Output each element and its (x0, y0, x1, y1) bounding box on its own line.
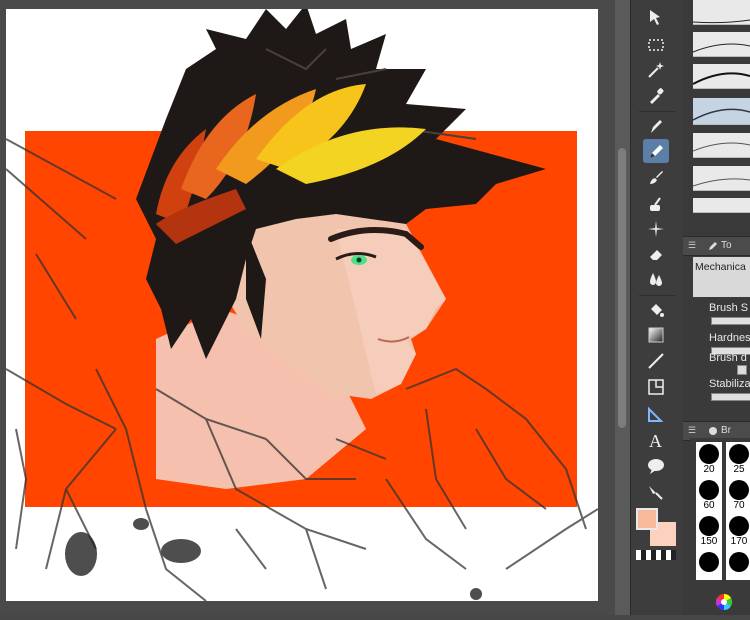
panel-menu-icon[interactable]: ☰ (688, 425, 698, 436)
rectangle-selection-tool[interactable] (643, 33, 669, 57)
brush-size-tip[interactable]: 70 (726, 478, 750, 514)
brush-density-box[interactable] (737, 365, 747, 375)
brush-tip-dot (699, 552, 719, 572)
brush-tip-dot (729, 552, 749, 572)
brush-stroke-preview (693, 178, 750, 187)
brush-size-tip[interactable]: 25 (726, 442, 750, 478)
brush-tip-dot (729, 480, 749, 500)
sparkle-icon (648, 221, 664, 237)
eraser-tool[interactable] (643, 242, 669, 266)
panel-title: Br (721, 425, 731, 436)
pen-tool[interactable] (643, 114, 669, 138)
blend-tool[interactable] (643, 267, 669, 291)
brush-tip-dot (729, 444, 749, 464)
frame-icon (648, 379, 664, 395)
brush-preset[interactable] (693, 0, 750, 25)
brush-icon (650, 171, 663, 184)
gradient-icon (648, 327, 664, 343)
canvas-vertical-scrollbar[interactable] (615, 0, 630, 615)
correct-line-icon (649, 486, 663, 500)
pen-icon (651, 120, 662, 133)
ruler-tool[interactable] (643, 402, 669, 426)
sub-tool-name-label: Mechanica (695, 261, 746, 273)
move-arrow-icon (650, 10, 660, 25)
brush-preset[interactable] (693, 198, 750, 213)
brush-size-slider[interactable] (711, 317, 750, 325)
text-tool[interactable]: A (643, 428, 669, 452)
brush-stroke-preview (693, 142, 750, 152)
line-icon (648, 353, 664, 369)
brush-tip-icon (709, 427, 717, 435)
palette-tab-bar (711, 586, 750, 615)
brush-size-value: 170 (730, 536, 748, 547)
auto-select-tool[interactable] (643, 58, 669, 82)
text-a-icon: A (649, 431, 662, 450)
brush-stroke-preview (693, 19, 750, 24)
stabilization-slider[interactable] (711, 393, 750, 401)
color-wheel-icon[interactable] (711, 586, 750, 615)
frame-border-tool[interactable] (643, 375, 669, 399)
dashed-rectangle-icon (648, 39, 664, 51)
canvas-area[interactable] (0, 0, 615, 615)
brush-tip-dot (699, 516, 719, 536)
sub-tool-name: Mechanica (693, 257, 750, 297)
fill-tool[interactable] (643, 298, 669, 322)
brush-size-tip[interactable]: 20 (696, 442, 722, 478)
brush-size-value: 25 (733, 464, 745, 475)
brush-size-value: 150 (700, 536, 718, 547)
stabilization-label: Stabiliza (709, 378, 750, 390)
main-color-swatch[interactable] (636, 508, 658, 530)
brush-preset[interactable] (693, 64, 750, 89)
pencil-icon (650, 145, 663, 158)
brush-preset[interactable] (693, 166, 750, 191)
brush-size-value: 20 (703, 464, 715, 475)
brush-preset[interactable] (693, 32, 750, 57)
artwork (6, 9, 598, 601)
brush-density-label: Brush d (709, 352, 747, 364)
brush-stroke-preview (693, 108, 750, 121)
panel-menu-icon[interactable]: ☰ (688, 240, 698, 251)
speech-balloon-icon (648, 459, 664, 474)
brush-tip-dot (729, 516, 749, 536)
brush-size-tip[interactable] (726, 550, 750, 580)
brush-size-value: 60 (703, 500, 715, 511)
brush-size-tip[interactable]: 170 (726, 514, 750, 550)
brush-preset-selected[interactable] (693, 98, 750, 125)
eraser-icon (650, 250, 662, 260)
brush-preset[interactable] (693, 133, 750, 158)
pencil-icon (709, 242, 717, 250)
drawing-canvas[interactable] (6, 9, 598, 601)
eyedropper-icon (650, 88, 664, 104)
brush-stroke-preview (693, 43, 750, 53)
tool-property-panel-header: ☰ To (683, 236, 750, 256)
eyedropper-tool[interactable] (643, 83, 669, 107)
brush-size-tip[interactable] (696, 550, 722, 580)
correct-line-tool[interactable] (643, 480, 669, 504)
gradient-tool[interactable] (643, 323, 669, 347)
brush-tool[interactable] (643, 166, 669, 190)
svg-text:A: A (649, 431, 662, 450)
droplet-icon (650, 273, 662, 286)
decoration-tool[interactable] (643, 217, 669, 241)
balloon-tool[interactable] (643, 454, 669, 478)
brush-stroke-preview (693, 72, 750, 85)
brush-size-tip[interactable]: 60 (696, 478, 722, 514)
magic-wand-icon (648, 62, 664, 78)
brush-size-tip[interactable]: 150 (696, 514, 722, 550)
transparent-color-swatch[interactable] (636, 550, 676, 560)
ruler-icon (648, 406, 664, 422)
panel-title: To (721, 240, 732, 251)
bucket-icon (651, 304, 664, 317)
brush-tip-dot (699, 480, 719, 500)
airbrush-tool[interactable] (643, 192, 669, 216)
brush-size-label: Brush S (709, 302, 749, 314)
brush-size-value: 70 (733, 500, 745, 511)
pencil-tool[interactable] (643, 139, 669, 163)
scrollbar-thumb[interactable] (618, 148, 626, 428)
figure-tool[interactable] (643, 349, 669, 373)
brush-tip-dot (699, 444, 719, 464)
hardness-label: Hardnes (709, 332, 750, 344)
airbrush-icon (650, 197, 661, 211)
move-layer-tool[interactable] (643, 5, 669, 29)
